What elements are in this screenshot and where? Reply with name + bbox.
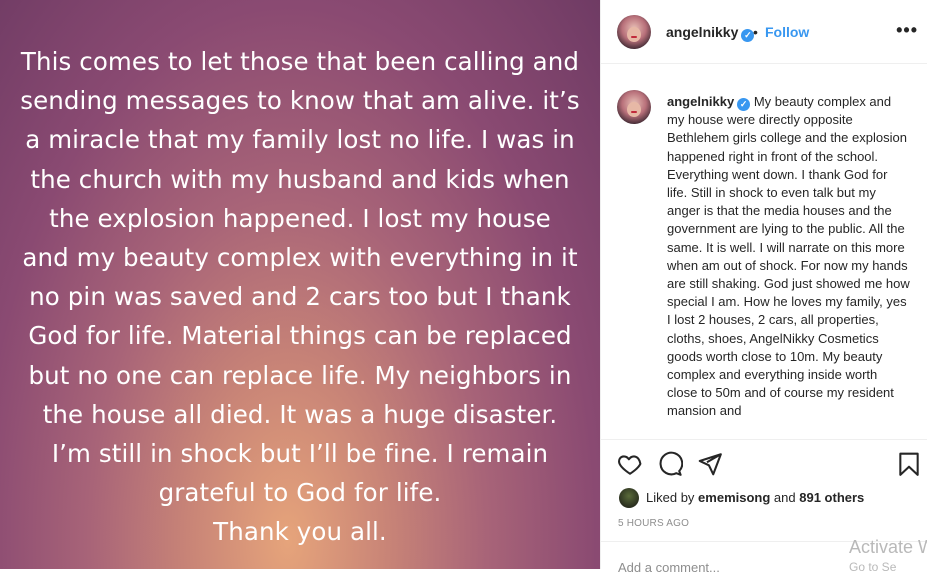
windows-activation-watermark: Activate W: [849, 537, 927, 557]
separator-dot: •: [753, 24, 758, 40]
liker-avatar[interactable]: [619, 488, 639, 508]
more-options-icon[interactable]: •••: [896, 20, 918, 41]
author-avatar[interactable]: [617, 15, 651, 49]
verified-icon: ✓: [737, 98, 751, 111]
author-username[interactable]: angelnikky ✓: [666, 24, 755, 42]
follow-button[interactable]: Follow: [765, 24, 809, 40]
windows-activation-watermark-sub: Go to Se: [849, 560, 897, 574]
post-side-panel: angelnikky ✓ • Follow ••• angelnikky ✓ My …: [600, 0, 927, 575]
caption-avatar[interactable]: [617, 90, 651, 124]
action-bar: [601, 440, 927, 488]
caption-username[interactable]: angelnikky: [667, 94, 734, 109]
post-header: angelnikky ✓ • Follow •••: [601, 0, 927, 64]
media-text: This comes to let those that been callin…: [20, 47, 580, 547]
others-link[interactable]: 891 others: [799, 490, 864, 505]
liker-username[interactable]: ememisong: [698, 490, 770, 505]
add-comment-input[interactable]: Add a comment...: [618, 560, 720, 575]
comment-icon[interactable]: [657, 451, 683, 477]
caption-area[interactable]: angelnikky ✓ My beauty complex and my hou…: [601, 65, 927, 439]
share-icon[interactable]: [697, 451, 723, 477]
heart-icon[interactable]: [617, 451, 643, 477]
post-timestamp[interactable]: 5 HOURS AGO: [618, 518, 689, 529]
bookmark-icon[interactable]: [896, 451, 922, 477]
post-media[interactable]: This comes to let those that been callin…: [0, 0, 600, 569]
caption-text: My beauty complex and my house were dire…: [667, 94, 910, 419]
caption: angelnikky ✓ My beauty complex and my hou…: [667, 93, 911, 421]
